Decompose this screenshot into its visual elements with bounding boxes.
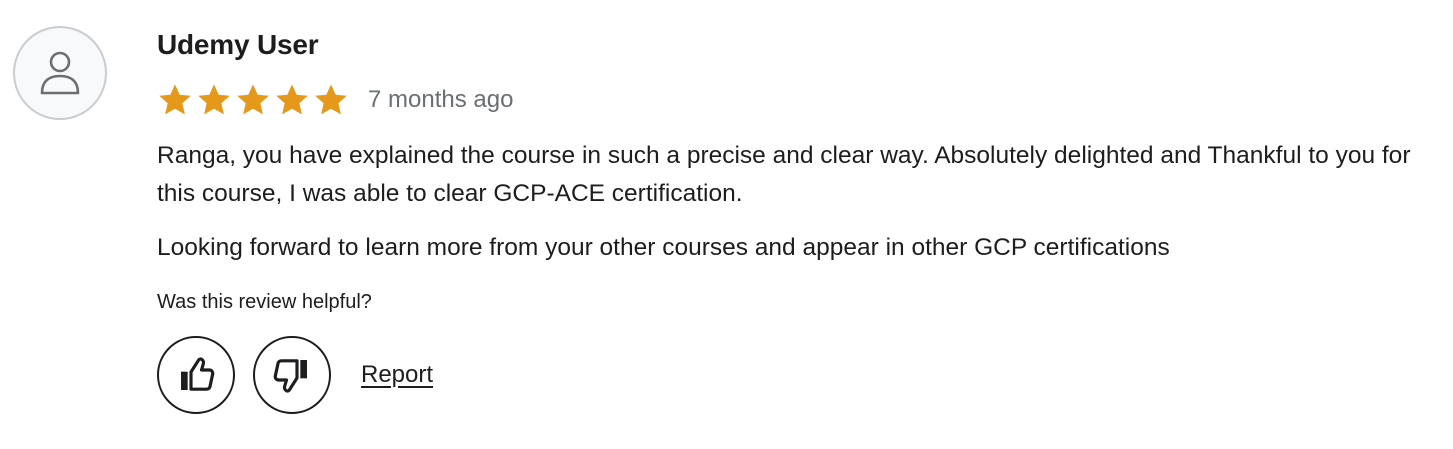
rating-row: 7 months ago [157, 80, 513, 120]
review-timestamp: 7 months ago [368, 86, 514, 113]
user-icon [40, 51, 80, 95]
review-text: Ranga, you have explained the course in … [157, 137, 1417, 283]
not-helpful-button[interactable] [253, 336, 331, 414]
star-rating [157, 82, 352, 118]
helpful-question: Was this review helpful? [157, 291, 372, 313]
review-card: Udemy User 7 months ago Ranga, you have … [0, 0, 1453, 449]
star-icon [276, 84, 308, 115]
thumbs-up-icon [181, 357, 215, 391]
star-icon [237, 84, 269, 115]
thumbs-down-icon [273, 359, 307, 393]
star-icon [159, 84, 191, 115]
report-link[interactable]: Report [361, 361, 433, 389]
avatar [13, 26, 107, 120]
star-icon [315, 84, 347, 115]
helpful-button[interactable] [157, 336, 235, 414]
reviewer-name: Udemy User [157, 29, 319, 60]
review-actions: Report [157, 336, 433, 414]
review-paragraph: Looking forward to learn more from your … [157, 234, 1170, 261]
review-paragraph: Ranga, you have explained the course in … [157, 142, 1411, 207]
star-icon [198, 84, 230, 115]
